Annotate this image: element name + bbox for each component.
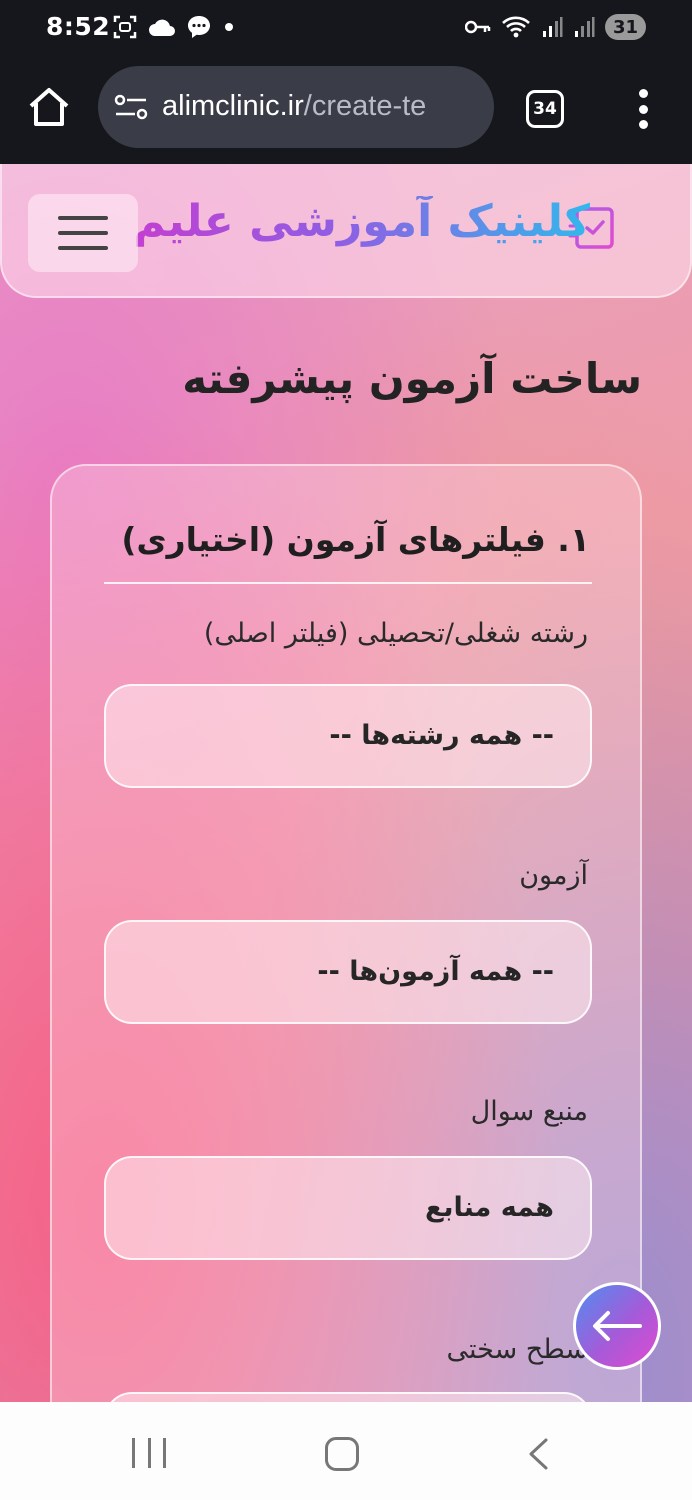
arrow-left-icon [593, 1311, 642, 1341]
battery-level: 31 [612, 16, 638, 38]
exam-select[interactable]: -- همه آزمون‌ها -- [104, 920, 592, 1024]
status-left-icons [112, 14, 236, 40]
recents-icon[interactable] [132, 1438, 166, 1470]
divider [104, 582, 592, 584]
major-select[interactable]: -- همه رشته‌ها -- [104, 684, 592, 788]
field-label-difficulty: سطح سختی [446, 1334, 589, 1365]
status-right-icons: 31 [464, 14, 646, 40]
back-arrow-button[interactable] [573, 1282, 661, 1370]
tab-switcher-button[interactable]: 34 [526, 90, 564, 128]
source-select[interactable]: همه منابع [104, 1156, 592, 1260]
site-header: کلینیک آموزشی علیم [0, 164, 692, 298]
filters-card: ۱. فیلترهای آزمون (اختیاری) رشته شغلی/تح… [50, 464, 642, 1402]
battery-indicator: 31 [604, 14, 646, 40]
hamburger-menu-icon[interactable] [28, 194, 138, 272]
status-bar: 8:52 31 [0, 0, 692, 56]
site-settings-icon[interactable] [114, 93, 148, 121]
key-icon [464, 20, 491, 34]
difficulty-select[interactable] [104, 1392, 592, 1402]
home-icon[interactable] [26, 84, 72, 130]
page-content: کلینیک آموزشی علیم ساخت آزمون پیشرفته ۱.… [0, 164, 692, 1402]
dot-icon [225, 23, 233, 31]
source-select-value: همه منابع [424, 1192, 554, 1223]
url-domain: alimclinic.ir [162, 90, 304, 122]
field-label-major: رشته شغلی/تحصیلی (فیلتر اصلی) [203, 618, 588, 649]
brand-name[interactable]: کلینیک آموزشی علیم [133, 196, 590, 247]
back-nav-icon[interactable] [524, 1437, 552, 1471]
browser-toolbar: alimclinic.ir/create-te 34 [0, 56, 692, 164]
major-select-value: -- همه رشته‌ها -- [329, 720, 554, 751]
address-bar[interactable]: alimclinic.ir/create-te [98, 66, 494, 148]
cloud-icon [149, 19, 175, 36]
field-label-source: منبع سوال [470, 1096, 588, 1127]
field-label-exam: آزمون [519, 860, 588, 891]
home-nav-icon[interactable] [325, 1437, 359, 1471]
more-options-icon[interactable] [630, 86, 656, 132]
signal-icon [574, 17, 595, 37]
signal-icon [542, 17, 563, 37]
chat-icon [188, 16, 210, 38]
wifi-icon [502, 16, 530, 38]
url-path: /create-te [303, 90, 427, 122]
exam-select-value: -- همه آزمون‌ها -- [317, 956, 554, 987]
status-time: 8:52 [46, 12, 111, 41]
page-title: ساخت آزمون پیشرفته [182, 354, 642, 403]
card-title: ۱. فیلترهای آزمون (اختیاری) [121, 520, 590, 559]
screenshot-icon [113, 15, 137, 39]
system-navigation-bar [0, 1402, 692, 1500]
url-text: alimclinic.ir/create-te [162, 90, 426, 123]
tab-count: 34 [533, 99, 557, 119]
